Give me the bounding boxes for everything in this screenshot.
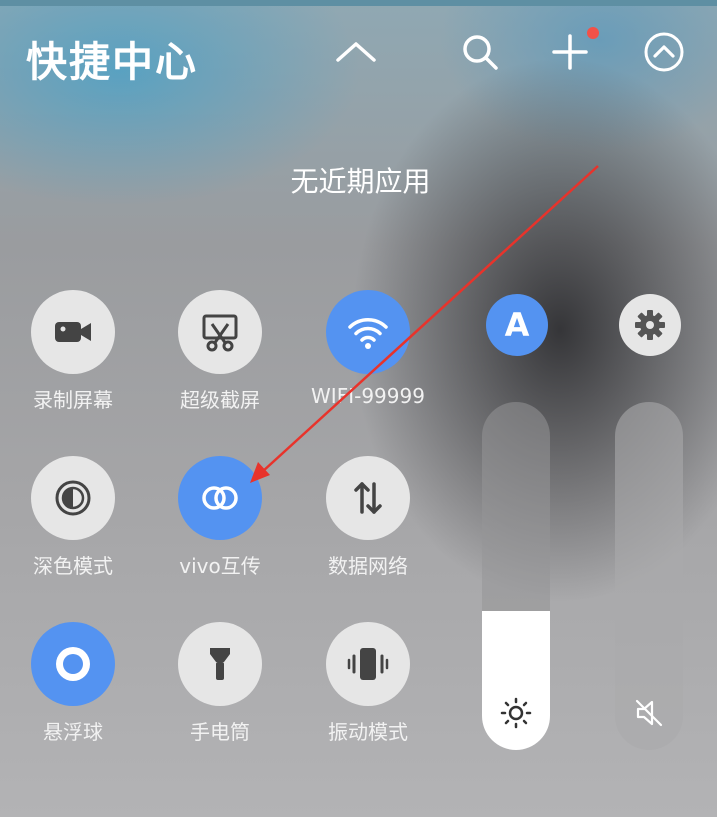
tile-label: 超级截屏 — [180, 388, 260, 412]
link-rings-icon — [202, 486, 238, 510]
gear-icon — [635, 310, 665, 340]
tile-vivo-share[interactable]: vivo互传 — [147, 456, 293, 579]
search-icon[interactable] — [458, 30, 502, 74]
settings-button[interactable] — [619, 294, 681, 356]
tile-label: 振动模式 — [328, 720, 408, 744]
volume-slider[interactable] — [615, 402, 683, 750]
tile-label: 深色模式 — [33, 554, 113, 578]
floating-ball-button[interactable] — [31, 622, 115, 706]
vibrate-button[interactable] — [326, 622, 410, 706]
wifi-icon — [348, 318, 388, 349]
add-icon[interactable] — [548, 30, 592, 74]
chevron-up-icon[interactable] — [334, 30, 378, 74]
notification-dot — [587, 27, 599, 39]
tile-super-screenshot[interactable]: 超级截屏 — [147, 290, 293, 413]
super-screenshot-button[interactable] — [178, 290, 262, 374]
dark-mode-icon — [55, 480, 91, 516]
flashlight-button[interactable] — [178, 622, 262, 706]
tile-label: WIFI-99999 — [311, 384, 425, 408]
tile-label: 手电筒 — [190, 720, 250, 744]
tile-vibrate[interactable]: 振动模式 — [295, 622, 441, 745]
wifi-button[interactable] — [326, 290, 410, 374]
tile-label: 悬浮球 — [43, 720, 103, 744]
vibrate-icon — [347, 648, 389, 680]
flashlight-icon — [210, 648, 230, 680]
dark-mode-button[interactable] — [31, 456, 115, 540]
floating-ball-icon — [56, 647, 90, 681]
mute-icon — [632, 696, 666, 730]
scissors-screenshot-icon — [202, 314, 238, 352]
tile-floating-ball[interactable]: 悬浮球 — [0, 622, 146, 745]
tile-label: 数据网络 — [328, 554, 408, 578]
tile-mobile-data[interactable]: 数据网络 — [295, 456, 441, 579]
sun-icon — [499, 696, 533, 730]
vivo-share-button[interactable] — [178, 456, 262, 540]
tile-label: vivo互传 — [179, 554, 261, 578]
tile-dark-mode[interactable]: 深色模式 — [0, 456, 146, 579]
status-bar-edge — [0, 0, 717, 6]
tile-wifi[interactable]: WIFI-99999 — [295, 290, 441, 408]
mobile-data-button[interactable] — [326, 456, 410, 540]
auto-brightness-glyph: A — [504, 306, 530, 344]
page-title: 快捷中心 — [26, 38, 198, 86]
video-camera-icon — [55, 322, 91, 342]
tile-flashlight[interactable]: 手电筒 — [147, 622, 293, 745]
collapse-icon[interactable] — [642, 30, 686, 74]
auto-brightness-button[interactable]: A — [486, 294, 548, 356]
tile-label: 录制屏幕 — [33, 388, 113, 412]
no-recent-apps-text: 无近期应用 — [290, 165, 431, 198]
brightness-slider[interactable] — [482, 402, 550, 750]
data-arrows-icon — [354, 482, 382, 514]
tile-screen-record[interactable]: 录制屏幕 — [0, 290, 146, 413]
screen-record-button[interactable] — [31, 290, 115, 374]
